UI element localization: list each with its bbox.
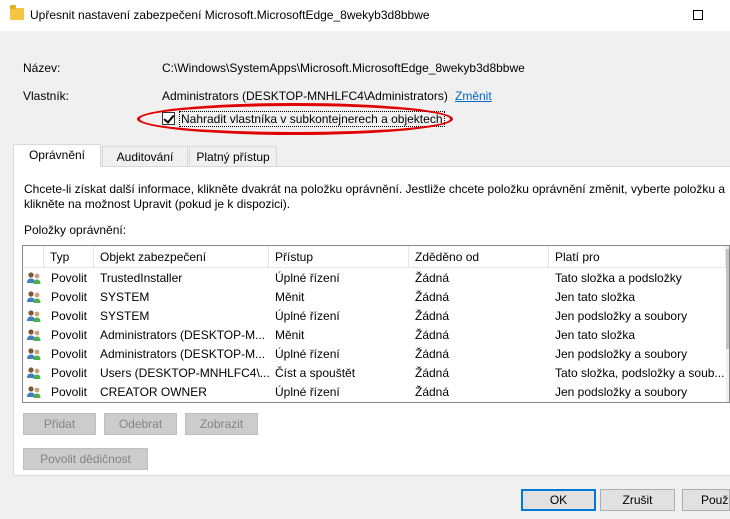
cell-access: Úplné řízení — [275, 271, 340, 285]
cell-applies-to: Jen tato složka — [555, 290, 636, 304]
vertical-scrollbar[interactable] — [726, 246, 729, 402]
cell-applies-to: Jen podsložky a soubory — [555, 347, 688, 361]
cell-applies-to: Jen podsložky a soubory — [555, 385, 688, 399]
table-row[interactable]: Povolit TrustedInstaller Úplné řízení Žádná… — [23, 269, 729, 288]
ok-button[interactable]: OK — [521, 489, 596, 511]
name-label: Název: — [23, 61, 61, 75]
cell-type: Povolit — [51, 271, 88, 285]
cell-access: Úplné řízení — [275, 309, 340, 323]
cell-inherited-from: Žádná — [415, 290, 450, 304]
maximize-icon — [693, 10, 703, 20]
user-group-icon — [26, 346, 42, 362]
title-bar: Upřesnit nastavení zabezpečení Microsoft… — [0, 0, 730, 31]
info-text-line1: Chcete-li získat další informace, klikně… — [24, 182, 726, 196]
user-group-icon — [26, 327, 42, 343]
tab-effective-access[interactable]: Platný přístup — [189, 146, 277, 166]
entries-label: Položky oprávnění: — [24, 223, 127, 237]
cell-inherited-from: Žádná — [415, 271, 450, 285]
table-row[interactable]: Povolit Administrators (DESKTOP-M... Úplné… — [23, 345, 729, 364]
column-header-access[interactable]: Přístup — [269, 246, 409, 268]
column-header-type[interactable]: Typ — [44, 246, 94, 268]
cell-type: Povolit — [51, 385, 88, 399]
owner-label: Vlastník: — [23, 89, 70, 103]
cell-applies-to: Tato složka a podsložky — [555, 271, 682, 285]
cell-type: Povolit — [51, 290, 88, 304]
cell-applies-to: Jen tato složka — [555, 328, 636, 342]
user-group-icon — [26, 289, 42, 305]
cell-principal: TrustedInstaller — [100, 271, 183, 285]
cell-access: Číst a spouštět — [275, 366, 356, 380]
name-value: C:\Windows\SystemApps\Microsoft.Microsof… — [162, 61, 525, 75]
folder-icon — [10, 5, 24, 20]
replace-owner-checkbox[interactable] — [162, 112, 175, 125]
remove-button[interactable]: Odebrat — [104, 413, 177, 435]
cell-type: Povolit — [51, 328, 88, 342]
cell-inherited-from: Žádná — [415, 366, 450, 380]
cancel-button[interactable]: Zrušit — [600, 489, 675, 511]
user-group-icon — [26, 384, 42, 400]
replace-owner-label[interactable]: Nahradit vlastníka v subkontejnerech a o… — [179, 111, 445, 127]
change-owner-link[interactable]: Změnit — [455, 89, 492, 103]
cell-access: Úplné řízení — [275, 347, 340, 361]
user-group-icon — [26, 308, 42, 324]
table-row[interactable]: Povolit CREATOR OWNER Úplné řízení Žádná Jen… — [23, 383, 729, 402]
cell-applies-to: Tato složka, podsložky a soub... — [555, 366, 725, 380]
view-button[interactable]: Zobrazit — [185, 413, 258, 435]
enable-inheritance-button[interactable]: Povolit dědičnost — [23, 448, 148, 470]
cell-inherited-from: Žádná — [415, 347, 450, 361]
window-title: Upřesnit nastavení zabezpečení Microsoft… — [30, 8, 430, 22]
column-header-applies-to[interactable]: Platí pro — [549, 246, 726, 268]
cell-access: Úplné řízení — [275, 385, 340, 399]
cell-inherited-from: Žádná — [415, 328, 450, 342]
cell-applies-to: Jen podsložky a soubory — [555, 309, 688, 323]
cell-type: Povolit — [51, 366, 88, 380]
user-group-icon — [26, 365, 42, 381]
cell-type: Povolit — [51, 309, 88, 323]
cell-principal: Administrators (DESKTOP-M... — [100, 328, 266, 342]
cell-inherited-from: Žádná — [415, 309, 450, 323]
column-header-principal[interactable]: Objekt zabezpečení — [94, 246, 269, 268]
cell-type: Povolit — [51, 347, 88, 361]
table-row[interactable]: Povolit Users (DESKTOP-MNHLFC4\... Číst a … — [23, 364, 729, 383]
cell-principal: Administrators (DESKTOP-M... — [100, 347, 266, 361]
apply-button[interactable]: Použít — [682, 489, 730, 511]
cell-principal: SYSTEM — [100, 309, 150, 323]
replace-owner-option[interactable]: Nahradit vlastníka v subkontejnerech a o… — [162, 111, 445, 127]
cell-principal: Users (DESKTOP-MNHLFC4\... — [100, 366, 270, 380]
table-row[interactable]: Povolit SYSTEM Měnit Žádná Jen tato složka — [23, 288, 729, 307]
table-header: Typ Objekt zabezpečení Přístup Zděděno o… — [23, 246, 729, 268]
column-header-inherited-from[interactable]: Zděděno od — [409, 246, 549, 268]
user-group-icon — [26, 270, 42, 286]
cell-inherited-from: Žádná — [415, 385, 450, 399]
table-row[interactable]: Povolit Administrators (DESKTOP-M... Měnit… — [23, 326, 729, 345]
cell-principal: SYSTEM — [100, 290, 150, 304]
permission-entries-table[interactable]: Typ Objekt zabezpečení Přístup Zděděno o… — [22, 245, 730, 403]
cell-principal: CREATOR OWNER — [100, 385, 207, 399]
header-icon-column — [23, 246, 44, 268]
scrollbar-thumb[interactable] — [726, 249, 729, 349]
cell-access: Měnit — [275, 328, 305, 342]
tab-permissions[interactable]: Oprávnění — [13, 144, 101, 167]
tab-auditing[interactable]: Auditování — [102, 146, 188, 166]
info-text-line2: klikněte na možnost Upravit (pokud je k … — [24, 197, 291, 211]
add-button[interactable]: Přidat — [23, 413, 96, 435]
cell-access: Měnit — [275, 290, 305, 304]
maximize-button[interactable] — [676, 0, 722, 31]
owner-value: Administrators (DESKTOP-MNHLFC4\Administ… — [162, 89, 448, 103]
table-row[interactable]: Povolit SYSTEM Úplné řízení Žádná Jen podslo… — [23, 307, 729, 326]
